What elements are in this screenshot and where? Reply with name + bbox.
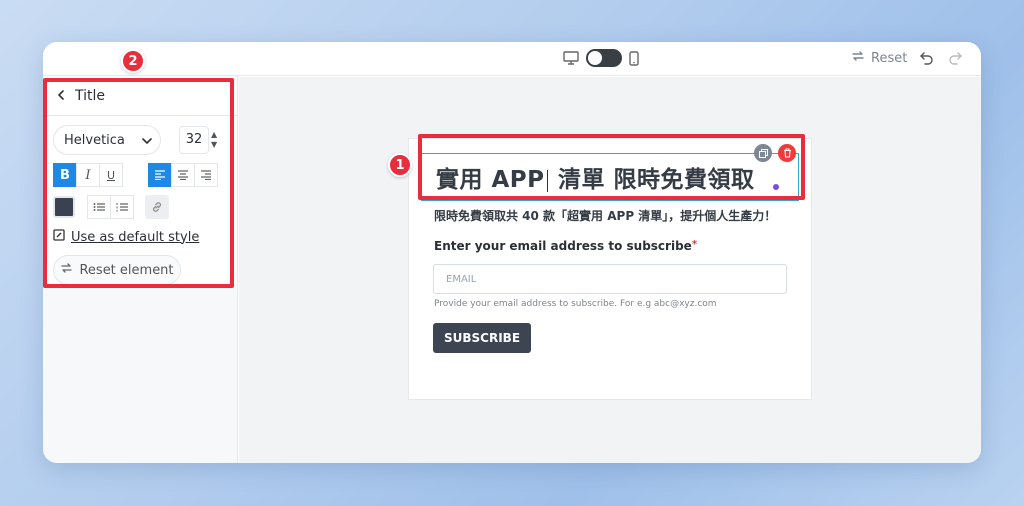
- use-default-style-link[interactable]: Use as default style: [53, 229, 227, 245]
- subscribe-button[interactable]: SUBSCRIBE: [433, 323, 531, 353]
- reset-label: Reset: [871, 50, 908, 66]
- alignment-group: [148, 163, 218, 187]
- duplicate-button[interactable]: [754, 144, 772, 162]
- align-center-icon: [178, 170, 188, 180]
- reset-element-icon: [60, 262, 73, 278]
- annotation-badge-2: 2: [121, 49, 145, 73]
- align-right-icon: [201, 170, 211, 180]
- editor-canvas: 實用 APP 清單 限時免費領取 限時免費領取共 40 款「超實用 APP 清單…: [239, 77, 981, 463]
- undo-icon[interactable]: [919, 50, 935, 70]
- reset-button[interactable]: Reset: [851, 50, 907, 66]
- email-field[interactable]: EMAIL: [433, 264, 787, 294]
- form-subtitle: 限時免費領取共 40 款「超實用 APP 清單」，提升個人生產力！: [434, 209, 777, 223]
- numbered-list-button[interactable]: [110, 195, 134, 219]
- link-button[interactable]: [145, 195, 169, 219]
- form-title[interactable]: 實用 APP 清單 限時免費領取: [436, 160, 755, 194]
- chevron-left-icon[interactable]: [57, 88, 65, 104]
- edit-icon: [53, 229, 65, 245]
- align-left-icon: [155, 170, 165, 180]
- font-size-control: 32 ▲ ▼: [179, 126, 217, 154]
- text-cursor: [546, 169, 548, 192]
- mobile-icon[interactable]: [629, 50, 639, 66]
- panel-header[interactable]: Title: [43, 76, 237, 116]
- font-family-value: Helvetica: [64, 132, 125, 148]
- editor-window: Reset Title Helvetica 32 ▲ ▼ B I U Use a…: [43, 42, 981, 463]
- copy-icon: [758, 148, 768, 158]
- chevron-down-icon: [142, 133, 152, 148]
- style-panel-body: Helvetica 32 ▲ ▼ B I U Use as default st…: [43, 116, 237, 288]
- redo-icon[interactable]: [947, 50, 963, 70]
- list-group: [87, 195, 134, 219]
- use-default-style-label: Use as default style: [71, 229, 200, 245]
- email-label: Enter your email address to subscribe*: [434, 239, 697, 253]
- text-format-group: B I U: [53, 163, 123, 187]
- email-label-text: Enter your email address to subscribe: [434, 239, 692, 253]
- font-size-stepper[interactable]: ▲ ▼: [211, 130, 217, 150]
- bold-button[interactable]: B: [53, 163, 77, 187]
- delete-button[interactable]: [778, 144, 796, 162]
- email-placeholder: EMAIL: [446, 273, 477, 285]
- device-toggle: [563, 49, 639, 67]
- underline-button[interactable]: U: [99, 163, 123, 187]
- font-family-select[interactable]: Helvetica: [53, 125, 161, 155]
- reset-element-button[interactable]: Reset element: [53, 255, 181, 285]
- reset-icon: [851, 50, 865, 66]
- desktop-icon[interactable]: [563, 51, 579, 65]
- style-sidebar: Title Helvetica 32 ▲ ▼ B I U Use as defa…: [43, 76, 238, 463]
- text-color-swatch[interactable]: [53, 196, 75, 218]
- trash-icon: [783, 148, 791, 158]
- email-helper-text: Provide your email address to subscribe.…: [434, 299, 717, 309]
- bullet-list-button[interactable]: [87, 195, 111, 219]
- numbered-list-icon: [116, 203, 128, 212]
- bullet-list-icon: [93, 203, 105, 211]
- form-title-part1: 實用 APP: [436, 167, 545, 193]
- align-right-button[interactable]: [194, 163, 218, 187]
- form-title-part2: 清單 限時免費領取: [549, 167, 755, 193]
- top-toolbar: Reset: [43, 42, 981, 76]
- align-center-button[interactable]: [171, 163, 195, 187]
- device-switch[interactable]: [586, 49, 622, 67]
- switch-knob: [588, 51, 602, 65]
- link-icon: [153, 202, 161, 212]
- increment-icon[interactable]: ▲: [211, 130, 217, 140]
- annotation-badge-1: 1: [388, 153, 412, 177]
- title-element[interactable]: 實用 APP 清單 限時免費領取: [421, 144, 799, 201]
- decrement-icon[interactable]: ▼: [211, 140, 217, 150]
- italic-button[interactable]: I: [76, 163, 100, 187]
- subscribe-form: 實用 APP 清單 限時免費領取 限時免費領取共 40 款「超實用 APP 清單…: [408, 138, 812, 400]
- required-asterisk: *: [691, 239, 698, 250]
- resize-handle[interactable]: [773, 184, 779, 190]
- align-left-button[interactable]: [148, 163, 172, 187]
- reset-element-label: Reset element: [79, 262, 174, 278]
- panel-title: Title: [75, 87, 106, 104]
- font-size-input[interactable]: 32: [179, 126, 209, 154]
